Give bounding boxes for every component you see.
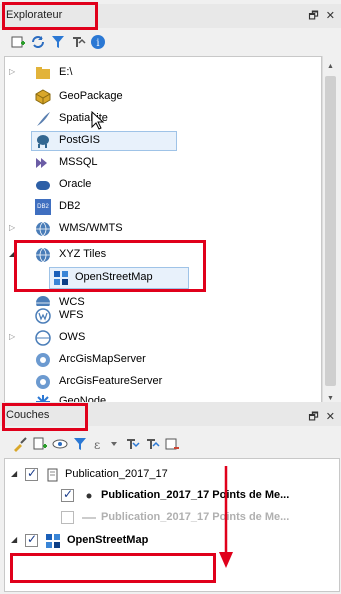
filter-icon[interactable]: [50, 34, 66, 50]
tree-item-oracle[interactable]: Oracle: [5, 175, 321, 195]
layer-label: Publication_2017_17: [65, 468, 168, 480]
filter-icon[interactable]: [72, 436, 88, 452]
collapse-all-icon[interactable]: [144, 436, 160, 452]
chevron-down-icon[interactable]: [106, 436, 122, 452]
mssql-icon: [36, 158, 47, 168]
tree-item-label: GeoPackage: [59, 90, 123, 102]
folder-icon: [36, 67, 50, 79]
tree-item-postgis[interactable]: PostGIS: [5, 131, 321, 151]
browser-toolbar: i: [0, 30, 341, 56]
layer-item-openstreetmap[interactable]: ◢ OpenStreetMap: [5, 531, 339, 551]
annotation-box-explorateur: [2, 2, 98, 30]
layer-visibility-checkbox[interactable]: [25, 466, 38, 481]
tree-item-wfs[interactable]: WFS: [5, 306, 321, 326]
expand-arrow-icon[interactable]: ▷: [9, 223, 17, 233]
feather-icon: [37, 112, 50, 126]
layer-item-points-1[interactable]: Publication_2017_17 Points de Me...: [5, 486, 339, 506]
remove-layer-icon[interactable]: [164, 436, 180, 452]
tree-item-arcgis-mapserver[interactable]: ArcGisMapServer: [5, 350, 321, 370]
elephant-icon: [37, 135, 49, 148]
layer-group-icon: [47, 468, 58, 482]
tree-item-wms[interactable]: ▷ WMS/WMTS: [5, 219, 321, 239]
collapse-all-icon[interactable]: [70, 34, 86, 50]
layers-panel-controls[interactable]: 🗗 ✕: [308, 408, 337, 427]
info-icon[interactable]: i: [90, 34, 106, 50]
annotation-box-openstreetmap-layer: [10, 553, 216, 583]
eye-icon[interactable]: [52, 436, 68, 452]
layer-item-points-2[interactable]: Publication_2017_17 Points de Me...: [5, 508, 339, 528]
tree-item-label: MSSQL: [59, 156, 98, 168]
collapse-arrow-icon[interactable]: ◢: [11, 535, 19, 545]
annotation-arrow-icon: [219, 466, 233, 568]
annotation-box-couches: [2, 403, 88, 431]
tree-item-label: WMS/WMTS: [59, 222, 123, 234]
layer-visibility-checkbox[interactable]: [61, 487, 74, 502]
tree-item-db2[interactable]: DB2 DB2: [5, 197, 321, 217]
scrollbar-thumb[interactable]: [325, 76, 336, 386]
browser-panel-controls[interactable]: 🗗 ✕: [308, 7, 337, 26]
layer-label: OpenStreetMap: [67, 534, 149, 546]
tree-item-drive[interactable]: ▷ E:\: [5, 63, 321, 83]
tree-item-spatialite[interactable]: SpatiaLite: [5, 109, 321, 130]
svg-text:i: i: [96, 38, 99, 49]
db2-icon: DB2: [35, 199, 51, 215]
browser-scrollbar[interactable]: ▲ ▼: [322, 56, 337, 408]
add-group-icon[interactable]: [32, 436, 48, 452]
oracle-icon: [36, 181, 50, 190]
tree-item-label: WFS: [59, 309, 84, 321]
layer-visibility-checkbox[interactable]: [25, 532, 38, 547]
layer-visibility-checkbox[interactable]: [61, 511, 74, 524]
expand-arrow-icon[interactable]: ▷: [9, 67, 17, 77]
scroll-up-icon[interactable]: ▲: [323, 60, 338, 74]
layer-label: Publication_2017_17 Points de Me...: [101, 489, 290, 501]
wfs-icon: [35, 308, 51, 324]
tree-item-geopackage[interactable]: GeoPackage: [5, 87, 321, 107]
globe-icon: [36, 221, 50, 237]
point-symbol-icon: [86, 493, 92, 499]
browser-tree-continued[interactable]: WFS ▷ OWS ArcGisMapServer ArcGisFeatureS…: [4, 306, 322, 408]
style-brush-icon[interactable]: [12, 436, 28, 452]
annotation-box-xyz-tiles: [14, 240, 206, 292]
tree-item-mssql[interactable]: MSSQL: [5, 153, 321, 173]
tree-item-arcgis-featureserver[interactable]: ArcGisFeatureServer: [5, 372, 321, 392]
tree-item-label: ArcGisFeatureServer: [59, 375, 163, 387]
mouse-cursor-icon: [91, 111, 105, 130]
expand-arrow-icon[interactable]: ▷: [9, 332, 17, 342]
ows-icon: [35, 330, 51, 346]
geopackage-icon: [35, 89, 51, 105]
tree-item-label: DB2: [59, 200, 81, 212]
arcgis-icon: [36, 375, 50, 389]
layer-label: Publication_2017_17 Points de Me...: [101, 511, 290, 523]
add-selected-layers-icon[interactable]: [10, 34, 26, 50]
layer-group-publication[interactable]: ◢ Publication_2017_17: [5, 465, 339, 485]
svg-text:ε: ε: [94, 438, 100, 452]
refresh-icon[interactable]: [30, 34, 46, 50]
tree-item-label: OWS: [59, 331, 86, 343]
arcgis-icon: [36, 353, 50, 367]
collapse-arrow-icon[interactable]: ◢: [11, 469, 19, 479]
tree-item-label: PostGIS: [59, 134, 100, 146]
tile-layer-icon: [46, 534, 60, 548]
expand-all-icon[interactable]: [124, 436, 140, 452]
tree-item-label: ArcGisMapServer: [59, 353, 146, 365]
tree-item-label: E:\: [59, 66, 73, 78]
layers-toolbar: ε: [0, 432, 341, 458]
tree-item-ows[interactable]: ▷ OWS: [5, 328, 321, 348]
line-symbol-icon: [82, 517, 96, 519]
tree-item-label: Oracle: [59, 178, 92, 190]
